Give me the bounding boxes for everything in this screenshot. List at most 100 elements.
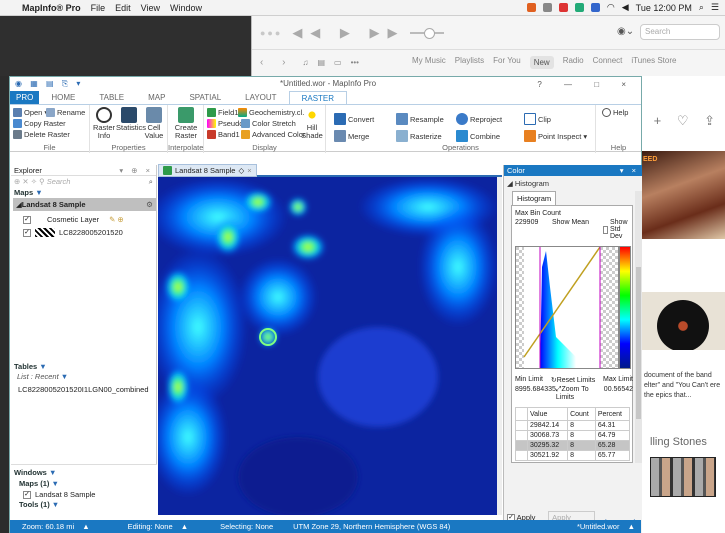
status-app-icon[interactable] bbox=[590, 3, 600, 12]
tab-layout[interactable]: LAYOUT bbox=[233, 91, 288, 104]
map-canvas[interactable] bbox=[158, 177, 497, 515]
create-raster-button[interactable]: Create Raster bbox=[172, 107, 200, 140]
app-menu[interactable]: MapInfo® Pro bbox=[22, 3, 81, 13]
copy-raster-button[interactable]: Copy Raster bbox=[13, 119, 66, 128]
advanced-color-button[interactable]: Advanced Color bbox=[241, 130, 305, 139]
reproject-button[interactable]: Reproject bbox=[456, 113, 502, 125]
notification-center-icon[interactable]: ☰ bbox=[711, 2, 719, 13]
zoom-to-limits-button[interactable]: ⤢Zoom To Limits bbox=[556, 386, 604, 401]
resample-button[interactable]: Resample bbox=[396, 113, 444, 125]
quick-access-toolbar[interactable]: ◉ ▦ ▤ ⎘ ▾ bbox=[15, 79, 83, 89]
color-panel-controls[interactable]: ▾ × bbox=[620, 166, 639, 175]
nav-back-forward[interactable]: ‹ › bbox=[260, 57, 293, 68]
histogram-section-header[interactable]: ◢ Histogram bbox=[504, 176, 642, 191]
artist-album-cover[interactable] bbox=[650, 457, 716, 497]
tab-map[interactable]: MAP bbox=[136, 91, 177, 104]
map-item-landsat[interactable]: ◢ Landsat 8 Sample ⚙ bbox=[13, 198, 156, 211]
projection-status[interactable]: UTM Zone 29, Northern Hemisphere (WGS 84… bbox=[287, 522, 456, 531]
layer-checkbox[interactable]: ✓ bbox=[23, 215, 31, 224]
show-mean-checkbox[interactable]: Show Mean bbox=[552, 219, 589, 226]
merge-button[interactable]: Merge bbox=[334, 130, 369, 142]
itunes-action-icons[interactable]: + ♡ ⇪ bbox=[654, 113, 721, 129]
show-std-dev-checkbox[interactable]: Show Std Dev bbox=[603, 219, 632, 240]
editing-status[interactable]: Editing: None ▲ bbox=[116, 522, 195, 531]
artist-title[interactable]: lling Stones bbox=[650, 436, 707, 448]
layer-edit-icon[interactable]: ✎ ⊕ bbox=[109, 215, 124, 224]
cell-value-button[interactable]: Cell Value bbox=[142, 107, 166, 140]
table-item[interactable]: LC8228005201520I1LGN00_combined bbox=[11, 381, 156, 394]
itunes-tab-playlists[interactable]: Playlists bbox=[455, 56, 484, 69]
color-panel-scrollbar[interactable] bbox=[635, 191, 642, 463]
itunes-tab-connect[interactable]: Connect bbox=[593, 56, 623, 69]
itunes-tab-new[interactable]: New bbox=[529, 55, 554, 69]
itunes-tab-radio[interactable]: Radio bbox=[563, 56, 584, 69]
tables-section-header[interactable]: Tables ▼ bbox=[11, 361, 156, 372]
layer-cosmetic[interactable]: ✓ Cosmetic Layer ✎ ⊕ bbox=[11, 211, 156, 224]
statistics-button[interactable]: Statistics bbox=[116, 107, 146, 132]
list-recent-dropdown[interactable]: List : Recent ▼ bbox=[11, 372, 156, 381]
map-scrollbar[interactable] bbox=[497, 177, 502, 515]
table-row[interactable]: 30521.92 8 65.77 bbox=[515, 450, 631, 461]
raster-info-button[interactable]: Raster Info bbox=[92, 107, 116, 140]
delete-raster-button[interactable]: Delete Raster bbox=[13, 130, 70, 139]
workspace-status[interactable]: *Untitled.wor ▲ bbox=[565, 522, 641, 531]
close-tab-icon[interactable]: × bbox=[247, 166, 251, 175]
table-row[interactable]: 30068.73 8 64.79 bbox=[515, 430, 631, 441]
table-row-selected[interactable]: 30295.32 8 65.28 bbox=[515, 440, 631, 451]
color-table-dropdown[interactable]: Geochemistry.cl... bbox=[238, 108, 308, 117]
map-settings-icon[interactable]: ⚙ bbox=[146, 200, 153, 209]
spotlight-icon[interactable]: ⌕ bbox=[699, 2, 704, 13]
menu-view[interactable]: View bbox=[141, 3, 160, 13]
open-button[interactable]: Open▾ bbox=[13, 108, 48, 117]
color-ramp[interactable] bbox=[619, 246, 631, 369]
tab-spatial[interactable]: SPATIAL bbox=[177, 91, 233, 104]
column-header-count[interactable]: Count bbox=[567, 407, 596, 421]
max-limit-input[interactable]: 00.56542 bbox=[604, 386, 633, 401]
point-inspect-button[interactable]: Point Inspect ▾ bbox=[524, 130, 587, 142]
itunes-search-input[interactable]: Search bbox=[640, 24, 720, 40]
music-icon[interactable]: ♫ bbox=[302, 58, 308, 67]
histogram-tab[interactable]: Histogram bbox=[512, 191, 557, 205]
combine-button[interactable]: Combine bbox=[456, 130, 500, 142]
itunes-tab-for-you[interactable]: For You bbox=[493, 56, 521, 69]
tools-section-header[interactable]: Tools (1) ▼ bbox=[11, 499, 157, 510]
monitor-icon[interactable]: ▭ bbox=[334, 58, 342, 67]
clip-button[interactable]: Clip bbox=[524, 113, 551, 125]
tab-table[interactable]: TABLE bbox=[87, 91, 136, 104]
histogram-graph[interactable] bbox=[515, 246, 619, 369]
row-selector-header[interactable] bbox=[515, 407, 528, 421]
more-icon[interactable]: ••• bbox=[351, 58, 359, 67]
rename-button[interactable]: Rename bbox=[46, 108, 85, 117]
window-traffic-lights[interactable]: ●●● bbox=[260, 28, 282, 38]
album-cover[interactable]: EED bbox=[641, 151, 725, 239]
grid-icon[interactable]: ▤ bbox=[317, 58, 325, 67]
vinyl-record-image[interactable] bbox=[641, 292, 725, 350]
band-dropdown[interactable]: Band1▾ bbox=[207, 130, 245, 139]
reset-limits-button[interactable]: ↻Reset Limits bbox=[551, 376, 595, 384]
status-app-icon[interactable] bbox=[558, 3, 568, 12]
min-limit-input[interactable]: 8995.684335 bbox=[515, 386, 556, 401]
layer-checkbox[interactable]: ✓ bbox=[23, 228, 31, 237]
clock[interactable]: Tue 12:00 PM bbox=[636, 3, 692, 13]
help-button[interactable]: Help bbox=[602, 108, 628, 117]
layer-raster[interactable]: ✓ LC8228005201520 bbox=[11, 224, 156, 237]
window-controls[interactable]: ? — □ × bbox=[537, 80, 636, 89]
tab-pro[interactable]: PRO bbox=[10, 91, 40, 104]
color-stretch-button[interactable]: Color Stretch bbox=[241, 119, 296, 128]
rasterize-button[interactable]: Rasterize bbox=[396, 130, 442, 142]
search-icon[interactable]: ⌕ bbox=[149, 177, 153, 186]
tab-home[interactable]: HOME bbox=[39, 91, 87, 104]
windows-section-header[interactable]: Windows ▼ bbox=[11, 465, 157, 478]
account-icon[interactable]: ◉⌄ bbox=[617, 26, 634, 37]
zoom-status[interactable]: Zoom: 60.18 mi ▲ bbox=[10, 522, 96, 531]
table-row[interactable]: 29842.14 8 64.31 bbox=[515, 420, 631, 431]
column-header-value[interactable]: Value bbox=[526, 407, 569, 421]
itunes-tab-store[interactable]: iTunes Store bbox=[631, 56, 676, 69]
maps-section-header[interactable]: Maps ▼ bbox=[11, 187, 156, 198]
volume-icon[interactable]: ◀ bbox=[622, 2, 629, 13]
status-app-icon[interactable] bbox=[574, 3, 584, 12]
tab-raster[interactable]: RASTER bbox=[288, 91, 348, 104]
wifi-icon[interactable]: ◠ bbox=[607, 2, 615, 13]
itunes-tab-my-music[interactable]: My Music bbox=[412, 56, 446, 69]
volume-slider[interactable] bbox=[409, 27, 444, 39]
